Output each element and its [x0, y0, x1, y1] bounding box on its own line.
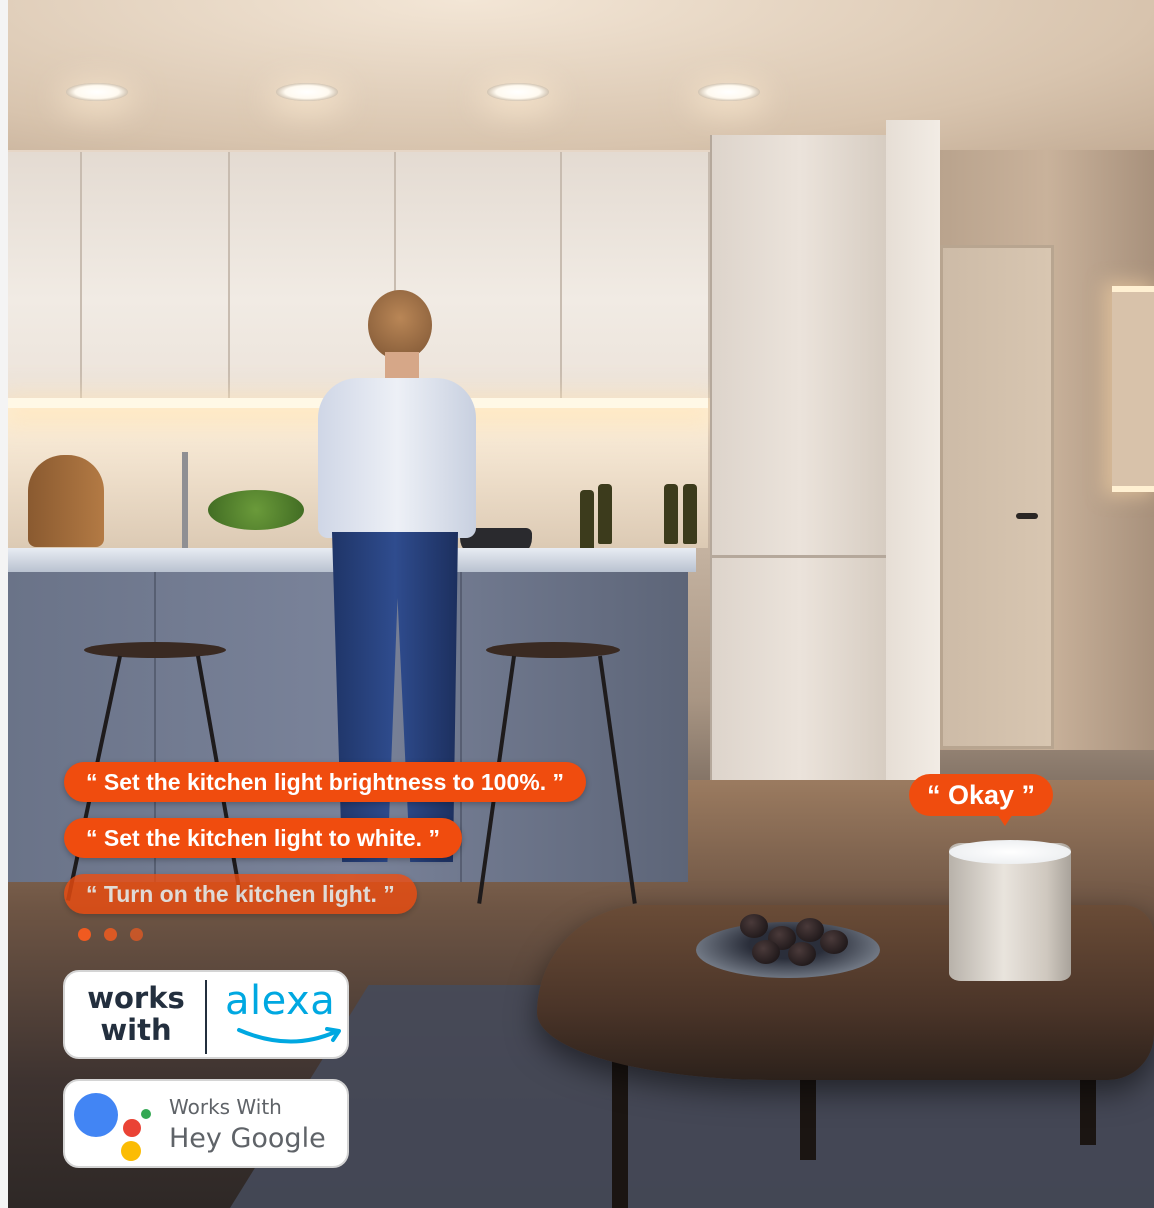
table-leg — [612, 1050, 628, 1208]
google-badge-line2: Hey Google — [169, 1123, 326, 1154]
voice-command-bubble: “ Set the kitchen light brightness to 10… — [64, 762, 586, 802]
wall-pillar — [886, 120, 940, 780]
cabinet-seam — [712, 555, 886, 558]
bottle — [580, 490, 594, 550]
recessed-downlight — [698, 83, 760, 101]
google-dot-yellow — [121, 1141, 141, 1161]
herb-plants — [208, 490, 304, 530]
bottle — [598, 484, 612, 544]
cutting-board — [28, 455, 104, 547]
works-with-google-badge: Works With Hey Google — [63, 1079, 349, 1168]
smart-speaker-top-light — [949, 840, 1071, 864]
bar-stool-seat — [84, 642, 226, 658]
recessed-downlight — [66, 83, 128, 101]
upper-cabinet — [562, 152, 710, 398]
ceiling — [8, 0, 1154, 150]
image-border — [0, 0, 8, 1208]
voice-command-bubble: “ Set the kitchen light to white. ” — [64, 818, 462, 858]
typing-dot — [104, 928, 117, 941]
typing-dot — [78, 928, 91, 941]
tall-pantry-cabinet — [710, 135, 888, 790]
upper-cabinet — [8, 152, 82, 398]
recessed-downlight — [276, 83, 338, 101]
google-dot-green — [141, 1109, 151, 1119]
upper-cabinet — [82, 152, 230, 398]
person-sweater — [318, 378, 476, 538]
works-with-line1: works — [87, 981, 185, 1015]
kitchen-scene: “ Set the kitchen light brightness to 10… — [0, 0, 1154, 1208]
door-handle — [1016, 513, 1038, 519]
hallway-door — [940, 245, 1054, 749]
wall-light-panel — [1112, 286, 1154, 492]
google-badge-line1: Works With — [169, 1095, 282, 1119]
plum — [752, 940, 780, 964]
plum — [788, 942, 816, 966]
typing-dots-icon — [78, 928, 143, 941]
upper-cabinet — [396, 152, 562, 398]
bottle — [664, 484, 678, 544]
works-with-line2: with — [100, 1013, 172, 1047]
alexa-wordmark: alexa — [225, 978, 336, 1024]
bottle — [683, 484, 697, 544]
faucet — [182, 452, 188, 562]
badge-divider — [205, 980, 207, 1054]
works-with-alexa-badge: works with alexa — [63, 970, 349, 1059]
amazon-smile-icon — [237, 1027, 341, 1044]
plum — [740, 914, 768, 938]
typing-dot — [130, 928, 143, 941]
voice-command-bubble: “ Turn on the kitchen light. ” — [64, 874, 417, 914]
works-with-label: works with — [65, 982, 207, 1046]
plum — [820, 930, 848, 954]
google-dot-red — [123, 1119, 141, 1137]
upper-cabinet — [230, 152, 396, 398]
recessed-downlight — [487, 83, 549, 101]
speaker-reply-bubble: “ Okay ” — [909, 774, 1054, 826]
google-dot-blue — [74, 1093, 118, 1137]
person-hair — [368, 290, 432, 360]
